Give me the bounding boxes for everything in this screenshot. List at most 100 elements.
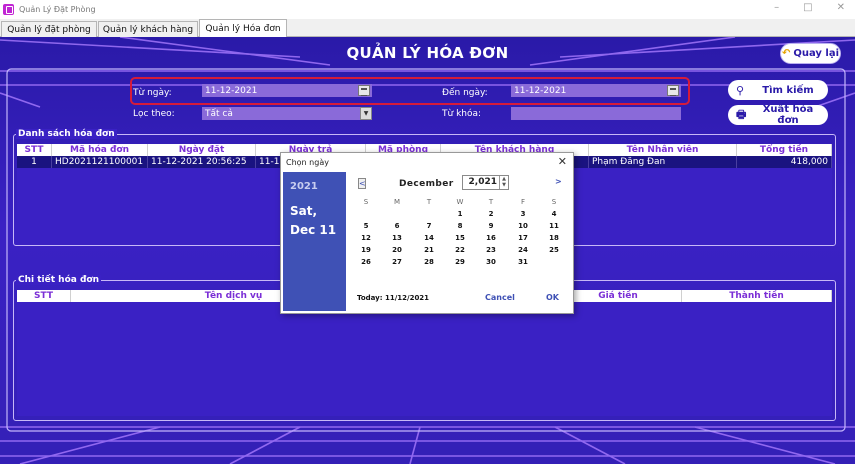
day-cell[interactable]: 3 xyxy=(513,210,533,218)
selected-date: Sat, Dec 11 xyxy=(290,202,336,240)
column-header[interactable]: STT xyxy=(17,290,71,302)
cell-employee-name: Phạm Đăng Đan xyxy=(589,156,737,168)
invoice-detail-title: Chi tiết hóa đơn xyxy=(16,275,101,285)
tab-invoices[interactable]: Quản lý Hóa đơn xyxy=(199,19,287,38)
invoice-list-title: Danh sách hóa đơn xyxy=(16,129,117,139)
undo-arrow-icon: ↶ xyxy=(781,48,791,59)
calendar-icon[interactable] xyxy=(358,85,370,96)
weekday-label: M xyxy=(393,198,401,206)
export-invoice-button[interactable]: 🖶 Xuất hóa đơn xyxy=(728,104,828,126)
close-icon[interactable]: ✕ xyxy=(558,155,567,168)
spinner-arrows-icon[interactable]: ▲ ▼ xyxy=(499,176,508,189)
next-month-button[interactable]: > xyxy=(555,177,562,186)
selected-year[interactable]: 2021 xyxy=(290,181,318,192)
day-cell[interactable]: 20 xyxy=(387,246,407,254)
column-header[interactable]: Mã hóa đơn xyxy=(52,144,148,156)
back-button[interactable]: ↶ Quay lại xyxy=(780,43,841,64)
day-cell[interactable]: 1 xyxy=(450,210,470,218)
column-header[interactable]: Giá tiền xyxy=(555,290,682,302)
day-cell[interactable]: 27 xyxy=(387,258,407,266)
day-cell[interactable]: 22 xyxy=(450,246,470,254)
selected-weekday: Sat, xyxy=(290,204,318,218)
column-header[interactable]: STT xyxy=(17,144,52,156)
weekday-label: W xyxy=(456,198,464,206)
weekday-label: S xyxy=(551,198,557,206)
day-cell[interactable]: 8 xyxy=(450,222,470,230)
day-cell[interactable]: 6 xyxy=(387,222,407,230)
close-window-button[interactable]: ✕ xyxy=(837,2,845,13)
keyword-label: Từ khóa: xyxy=(442,109,482,119)
cell-total: 418,000 xyxy=(737,156,832,168)
column-header[interactable]: Tổng tiền xyxy=(737,144,832,156)
weekday-label: S xyxy=(363,198,369,206)
window-controls: – □ ✕ xyxy=(774,2,845,13)
weekday-label: T xyxy=(426,198,432,206)
minimize-button[interactable]: – xyxy=(774,2,779,13)
cell-booking-date: 11-12-2021 20:56:25 xyxy=(148,156,256,168)
filter-label: Lọc theo: xyxy=(133,109,175,119)
back-button-label: Quay lại xyxy=(793,48,840,59)
day-cell[interactable]: 5 xyxy=(356,222,376,230)
day-cell[interactable]: 16 xyxy=(481,234,501,242)
day-cell[interactable]: 23 xyxy=(481,246,501,254)
month-label: December xyxy=(399,179,454,189)
column-header[interactable]: Tên Nhân viên xyxy=(589,144,737,156)
day-cell[interactable]: 19 xyxy=(356,246,376,254)
search-button[interactable]: ⚲ Tìm kiếm xyxy=(728,80,828,100)
column-header[interactable]: Thành tiền xyxy=(682,290,832,302)
day-cell[interactable]: 7 xyxy=(419,222,439,230)
selected-month-day: Dec 11 xyxy=(290,223,337,237)
day-cell[interactable]: 10 xyxy=(513,222,533,230)
calendar-icon[interactable] xyxy=(667,85,679,96)
to-date-field[interactable]: 11-12-2021 xyxy=(511,84,681,97)
year-spinner[interactable]: 2,021 ▲ ▼ xyxy=(462,175,509,190)
maximize-button[interactable]: □ xyxy=(803,2,812,13)
day-cell[interactable]: 12 xyxy=(356,234,376,242)
day-cell[interactable]: 17 xyxy=(513,234,533,242)
day-cell[interactable]: 18 xyxy=(544,234,564,242)
weekday-label: F xyxy=(520,198,526,206)
day-cell[interactable]: 9 xyxy=(481,222,501,230)
day-cell[interactable]: 28 xyxy=(419,258,439,266)
day-cell[interactable]: 11 xyxy=(544,222,564,230)
magnifier-icon: ⚲ xyxy=(736,83,745,97)
from-date-label: Từ ngày: xyxy=(133,88,172,98)
date-picker-dialog: Chọn ngày ✕ 2021 Sat, Dec 11 < December … xyxy=(280,152,574,314)
day-cell[interactable]: 15 xyxy=(450,234,470,242)
filter-select[interactable]: Tất cả ▼ xyxy=(202,107,372,120)
day-cell[interactable]: 14 xyxy=(419,234,439,242)
day-cell[interactable]: 21 xyxy=(419,246,439,254)
dialog-title: Chọn ngày xyxy=(286,157,329,167)
chevron-down-icon[interactable]: ▼ xyxy=(360,107,372,120)
ok-button[interactable]: OK xyxy=(546,293,559,302)
day-cell[interactable]: 4 xyxy=(544,210,564,218)
cancel-button[interactable]: Cancel xyxy=(485,293,515,302)
filter-select-value: Tất cả xyxy=(205,108,233,119)
column-header[interactable]: Ngày đặt xyxy=(148,144,256,156)
export-button-label: Xuất hóa đơn xyxy=(762,104,814,126)
app-icon xyxy=(3,4,14,15)
weekday-label: T xyxy=(488,198,494,206)
year-value: 2,021 xyxy=(468,177,497,187)
day-cell[interactable]: 2 xyxy=(481,210,501,218)
day-cell[interactable]: 30 xyxy=(481,258,501,266)
to-date-label: Đến ngày: xyxy=(442,88,488,98)
selected-date-panel: 2021 Sat, Dec 11 xyxy=(283,172,346,311)
day-cell[interactable]: 31 xyxy=(513,258,533,266)
cell-stt: 1 xyxy=(17,156,52,168)
cell-invoice-id: HD2021121100001 xyxy=(52,156,148,168)
day-cell[interactable]: 26 xyxy=(356,258,376,266)
printer-icon: 🖶 xyxy=(736,107,747,121)
day-cell[interactable]: 29 xyxy=(450,258,470,266)
day-cell[interactable]: 13 xyxy=(387,234,407,242)
today-label[interactable]: Today: 11/12/2021 xyxy=(357,294,429,302)
day-cell[interactable]: 25 xyxy=(544,246,564,254)
search-button-label: Tìm kiếm xyxy=(762,84,814,96)
prev-month-button[interactable]: < xyxy=(358,178,366,189)
keyword-input[interactable] xyxy=(511,107,681,120)
from-date-field[interactable]: 11-12-2021 xyxy=(202,84,372,97)
tab-customers[interactable]: Quản lý khách hàng xyxy=(98,21,198,37)
calendar-grid: < December 2,021 ▲ ▼ > SMTWTFS 1234567891… xyxy=(351,172,573,311)
day-cell[interactable]: 24 xyxy=(513,246,533,254)
tab-booking[interactable]: Quản lý đặt phòng xyxy=(1,21,97,37)
